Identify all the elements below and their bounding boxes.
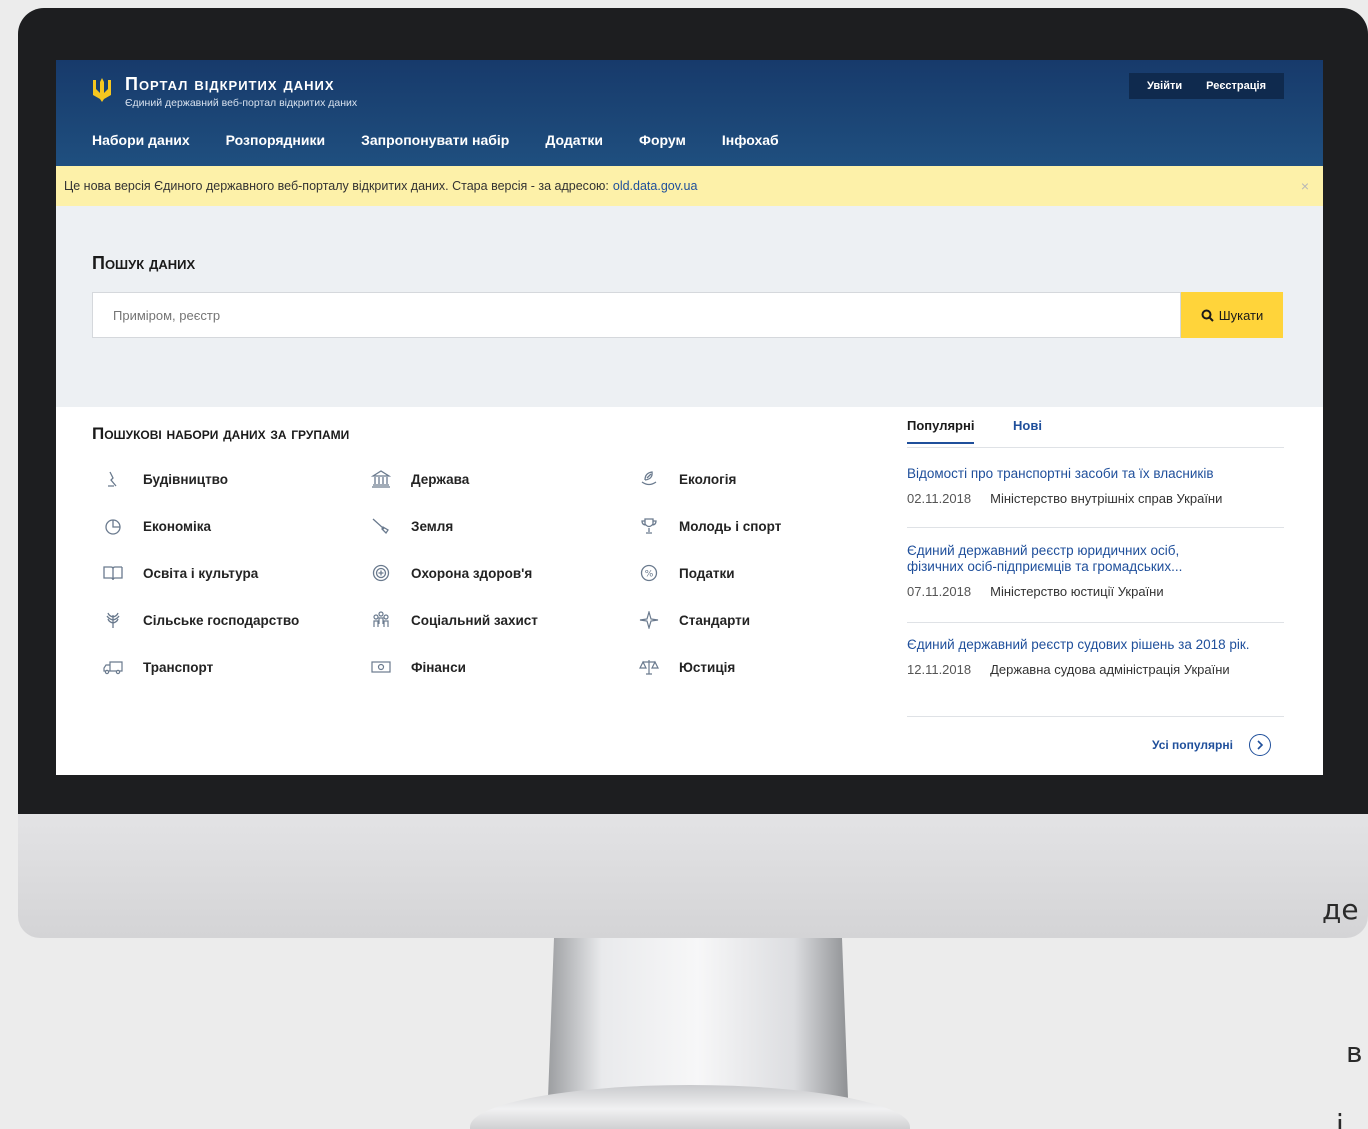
people-icon bbox=[370, 609, 392, 631]
side-text: де bbox=[1322, 893, 1359, 926]
side-text: в bbox=[1346, 1036, 1363, 1069]
nav-datasets[interactable]: Набори даних bbox=[92, 132, 190, 148]
login-button[interactable]: Увійти bbox=[1147, 80, 1182, 92]
group-agriculture[interactable]: Сільське господарство bbox=[102, 609, 299, 631]
group-standards[interactable]: Стандарти bbox=[638, 609, 750, 631]
search-button-label: Шукати bbox=[1218, 307, 1264, 323]
group-finance[interactable]: Фінанси bbox=[370, 656, 466, 678]
ecology-icon bbox=[638, 468, 660, 490]
pie-chart-icon bbox=[102, 515, 124, 537]
truck-icon bbox=[102, 656, 124, 678]
group-label: Охорона здоров'я bbox=[411, 565, 533, 581]
auth-box: Увійти Реєстрація bbox=[1129, 73, 1284, 99]
news-date: 07.11.2018 bbox=[907, 584, 972, 599]
site-subtitle: Єдиний державний веб-портал відкритих да… bbox=[125, 97, 358, 109]
group-construction[interactable]: Будівництво bbox=[102, 468, 228, 490]
all-popular-label: Усі популярні bbox=[1152, 738, 1233, 752]
search-title: Пошук даних bbox=[92, 253, 196, 273]
news-item[interactable]: Єдиний державний реєстр судових рішень з… bbox=[907, 637, 1284, 717]
group-label: Будівництво bbox=[143, 471, 229, 487]
group-education-culture[interactable]: Освіта і культура bbox=[102, 562, 258, 584]
news-meta: 07.11.2018 Міністерство юстиції України bbox=[907, 584, 1284, 599]
trident-icon[interactable] bbox=[91, 77, 113, 103]
group-youth-sport[interactable]: Молодь і спорт bbox=[638, 515, 781, 537]
close-icon[interactable]: × bbox=[1301, 178, 1309, 194]
tab-new[interactable]: Нові bbox=[1013, 418, 1042, 433]
government-building-icon bbox=[370, 468, 392, 490]
news-date: 02.11.2018 bbox=[907, 491, 972, 506]
news-title[interactable]: Єдиний державний реєстр судових рішень з… bbox=[907, 637, 1277, 653]
search-icon bbox=[1201, 309, 1214, 322]
notice-link[interactable]: old.data.gov.ua bbox=[613, 179, 698, 193]
group-label: Транспорт bbox=[143, 659, 214, 675]
trophy-icon bbox=[638, 515, 660, 537]
group-land[interactable]: Земля bbox=[370, 515, 453, 537]
health-icon bbox=[370, 562, 392, 584]
news-date: 12.11.2018 bbox=[907, 662, 972, 677]
nav-apps[interactable]: Додатки bbox=[545, 132, 603, 148]
group-economy[interactable]: Економіка bbox=[102, 515, 211, 537]
news-tabs: Популярні Нові bbox=[907, 415, 1284, 448]
group-government[interactable]: Держава bbox=[370, 468, 469, 490]
news-meta: 02.11.2018 Міністерство внутрішніх справ… bbox=[907, 491, 1284, 506]
groups-title: Пошукові набори даних за групами bbox=[92, 424, 350, 443]
register-button[interactable]: Реєстрація bbox=[1206, 80, 1266, 92]
group-label: Юстиція bbox=[679, 659, 736, 675]
notice-banner: Це нова версія Єдиного державного веб-по… bbox=[56, 166, 1323, 206]
group-social-protection[interactable]: Соціальний захист bbox=[370, 609, 538, 631]
group-label: Фінанси bbox=[411, 659, 466, 675]
main-nav: Набори даних Розпорядники Запропонувати … bbox=[92, 132, 815, 148]
side-text: і bbox=[1336, 1108, 1344, 1129]
monitor-chin bbox=[18, 814, 1368, 938]
nav-infohub[interactable]: Інфохаб bbox=[722, 132, 779, 148]
group-justice[interactable]: Юстиція bbox=[638, 656, 735, 678]
percent-icon: % bbox=[638, 562, 660, 584]
wheat-icon bbox=[102, 609, 124, 631]
book-icon bbox=[102, 562, 124, 584]
news-title[interactable]: Відомості про транспортні засоби та їх в… bbox=[907, 466, 1284, 482]
nav-managers[interactable]: Розпорядники bbox=[226, 132, 325, 148]
group-label: Молодь і спорт bbox=[679, 518, 782, 534]
notice-text: Це нова версія Єдиного державного веб-по… bbox=[64, 179, 609, 193]
group-label: Екологія bbox=[679, 471, 737, 487]
monitor-stand bbox=[548, 938, 848, 1098]
nav-forum[interactable]: Форум bbox=[639, 132, 686, 148]
all-popular-link[interactable]: Усі популярні bbox=[1152, 734, 1271, 756]
group-label: Освіта і культура bbox=[143, 565, 259, 581]
group-health[interactable]: Охорона здоров'я bbox=[370, 562, 532, 584]
svg-text:%: % bbox=[645, 570, 654, 580]
news-org: Державна судова адміністрація України bbox=[990, 662, 1230, 677]
search-button[interactable]: Шукати bbox=[1181, 292, 1283, 338]
news-meta: 12.11.2018 Державна судова адміністрація… bbox=[907, 662, 1284, 677]
site-header: Портал відкритих даних Єдиний державний … bbox=[56, 60, 1323, 166]
group-label: Держава bbox=[411, 471, 470, 487]
standards-icon bbox=[638, 609, 660, 631]
news-item[interactable]: Відомості про транспортні засоби та їх в… bbox=[907, 466, 1284, 528]
search-section: Пошук даних Шукати bbox=[56, 206, 1323, 407]
group-transport[interactable]: Транспорт bbox=[102, 656, 213, 678]
money-icon bbox=[370, 656, 392, 678]
shovel-icon bbox=[370, 515, 392, 537]
news-item[interactable]: Єдиний державний реєстр юридичних осіб, … bbox=[907, 543, 1284, 623]
search-input[interactable] bbox=[92, 292, 1181, 338]
news-title[interactable]: Єдиний державний реєстр юридичних осіб, … bbox=[907, 543, 1237, 575]
website-screen: Портал відкритих даних Єдиний державний … bbox=[56, 60, 1323, 775]
site-title[interactable]: Портал відкритих даних bbox=[125, 74, 335, 95]
scales-icon bbox=[638, 656, 660, 678]
group-label: Сільське господарство bbox=[143, 612, 300, 628]
group-label: Економіка bbox=[143, 518, 212, 534]
news-org: Міністерство внутрішніх справ України bbox=[990, 491, 1223, 506]
nav-suggest[interactable]: Запропонувати набір bbox=[361, 132, 509, 148]
tab-popular[interactable]: Популярні bbox=[907, 418, 975, 444]
chevron-right-icon[interactable] bbox=[1248, 734, 1271, 756]
group-label: Податки bbox=[679, 565, 735, 581]
group-label: Соціальний захист bbox=[411, 612, 538, 628]
group-label: Стандарти bbox=[679, 612, 751, 628]
construction-icon bbox=[102, 468, 124, 490]
group-label: Земля bbox=[411, 518, 454, 534]
news-org: Міністерство юстиції України bbox=[990, 584, 1164, 599]
group-ecology[interactable]: Екологія bbox=[638, 468, 736, 490]
group-taxes[interactable]: % Податки bbox=[638, 562, 735, 584]
